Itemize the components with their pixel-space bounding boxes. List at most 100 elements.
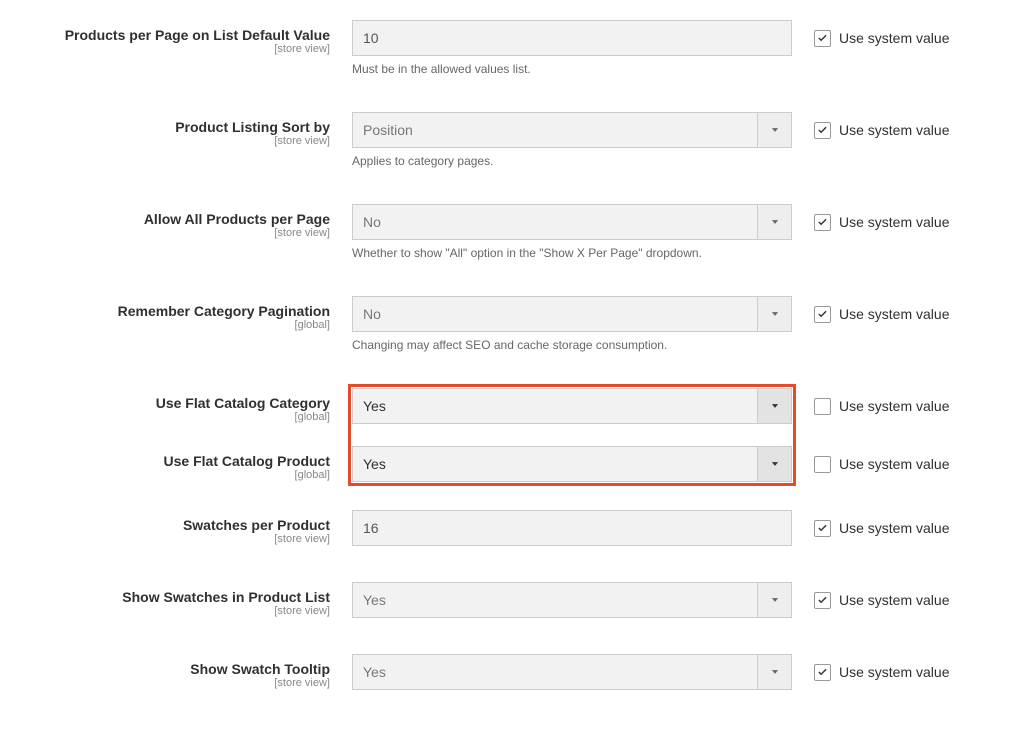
config-row: Show Swatches in Product List[store view… bbox=[30, 582, 994, 618]
config-row: Remember Category Pagination[global] No Ch… bbox=[30, 296, 994, 352]
use-system-col: Use system value bbox=[814, 654, 1014, 690]
select-input: Yes bbox=[352, 582, 792, 618]
select-value: Yes bbox=[363, 664, 757, 680]
use-system-col: Use system value bbox=[814, 20, 1014, 56]
field-note: Applies to category pages. bbox=[352, 154, 792, 168]
field-label-col: Allow All Products per Page[store view] bbox=[30, 204, 330, 239]
use-system-col: Use system value bbox=[814, 510, 1014, 546]
field-scope: [store view] bbox=[30, 605, 330, 617]
config-row: Use Flat Catalog Product[global] Yes Use s… bbox=[30, 446, 994, 482]
field-label: Show Swatch Tooltip bbox=[190, 661, 330, 677]
field-scope: [store view] bbox=[30, 135, 330, 147]
config-row: Swatches per Product[store view] 16 Use sy… bbox=[30, 510, 994, 546]
field-note: Must be in the allowed values list. bbox=[352, 62, 792, 76]
use-system-checkbox[interactable] bbox=[814, 520, 831, 537]
use-system-col: Use system value bbox=[814, 582, 1014, 618]
use-system-col: Use system value bbox=[814, 296, 1014, 332]
select-value: Yes bbox=[363, 456, 757, 472]
use-system-col: Use system value bbox=[814, 112, 1014, 148]
use-system-label: Use system value bbox=[839, 30, 949, 46]
use-system-label: Use system value bbox=[839, 456, 949, 472]
chevron-down-icon bbox=[757, 447, 791, 481]
field-scope: [global] bbox=[30, 411, 330, 423]
field-label: Swatches per Product bbox=[183, 517, 330, 533]
chevron-down-icon bbox=[757, 113, 791, 147]
field-note: Whether to show "All" option in the "Sho… bbox=[352, 246, 792, 260]
use-system-label: Use system value bbox=[839, 214, 949, 230]
config-row: Show Swatch Tooltip[store view] Yes Use sy… bbox=[30, 654, 994, 690]
select-input: No bbox=[352, 204, 792, 240]
use-system-checkbox[interactable] bbox=[814, 214, 831, 231]
use-system-checkbox[interactable] bbox=[814, 592, 831, 609]
chevron-down-icon bbox=[757, 583, 791, 617]
use-system-checkbox[interactable] bbox=[814, 664, 831, 681]
use-system-label: Use system value bbox=[839, 122, 949, 138]
chevron-down-icon bbox=[757, 655, 791, 689]
text-input: 16 bbox=[352, 510, 792, 546]
use-system-label: Use system value bbox=[839, 592, 949, 608]
chevron-down-icon bbox=[757, 205, 791, 239]
field-scope: [global] bbox=[30, 469, 330, 481]
select-input: No bbox=[352, 296, 792, 332]
field-label: Product Listing Sort by bbox=[175, 119, 330, 135]
field-label: Products per Page on List Default Value bbox=[65, 27, 330, 43]
use-system-col: Use system value bbox=[814, 388, 1014, 424]
select-value: Position bbox=[363, 122, 757, 138]
text-input-value: 10 bbox=[363, 30, 379, 46]
use-system-checkbox[interactable] bbox=[814, 122, 831, 139]
field-scope: [store view] bbox=[30, 677, 330, 689]
select-input[interactable]: Yes bbox=[352, 446, 792, 482]
field-input-col: Yes bbox=[352, 654, 792, 690]
field-scope: [global] bbox=[30, 319, 330, 331]
field-scope: [store view] bbox=[30, 227, 330, 239]
select-input[interactable]: Yes bbox=[352, 388, 792, 424]
field-label: Use Flat Catalog Category bbox=[156, 395, 330, 411]
chevron-down-icon bbox=[757, 297, 791, 331]
field-input-col: Yes bbox=[352, 388, 792, 424]
field-note: Changing may affect SEO and cache storag… bbox=[352, 338, 792, 352]
select-value: No bbox=[363, 306, 757, 322]
field-label-col: Products per Page on List Default Value[… bbox=[30, 20, 330, 55]
field-label: Allow All Products per Page bbox=[144, 211, 330, 227]
use-system-checkbox[interactable] bbox=[814, 398, 831, 415]
field-label: Remember Category Pagination bbox=[118, 303, 330, 319]
use-system-label: Use system value bbox=[839, 664, 949, 680]
field-scope: [store view] bbox=[30, 533, 330, 545]
use-system-col: Use system value bbox=[814, 446, 1014, 482]
field-input-col: Position Applies to category pages. bbox=[352, 112, 792, 168]
config-row: Product Listing Sort by[store view] Posit… bbox=[30, 112, 994, 168]
field-label-col: Swatches per Product[store view] bbox=[30, 510, 330, 545]
field-input-col: 10 Must be in the allowed values list. bbox=[352, 20, 792, 76]
text-input-value: 16 bbox=[363, 520, 379, 536]
field-label-col: Remember Category Pagination[global] bbox=[30, 296, 330, 331]
field-label-col: Show Swatch Tooltip[store view] bbox=[30, 654, 330, 689]
field-input-col: Yes bbox=[352, 582, 792, 618]
field-input-col: 16 bbox=[352, 510, 792, 546]
use-system-checkbox[interactable] bbox=[814, 30, 831, 47]
config-row: Products per Page on List Default Value[… bbox=[30, 20, 994, 76]
config-row: Allow All Products per Page[store view] N… bbox=[30, 204, 994, 260]
field-scope: [store view] bbox=[30, 43, 330, 55]
field-label-col: Use Flat Catalog Product[global] bbox=[30, 446, 330, 481]
text-input: 10 bbox=[352, 20, 792, 56]
select-value: No bbox=[363, 214, 757, 230]
select-input: Position bbox=[352, 112, 792, 148]
config-row: Use Flat Catalog Category[global] Yes Use … bbox=[30, 388, 994, 424]
select-value: Yes bbox=[363, 398, 757, 414]
field-input-col: No Whether to show "All" option in the "S… bbox=[352, 204, 792, 260]
field-label-col: Product Listing Sort by[store view] bbox=[30, 112, 330, 147]
use-system-col: Use system value bbox=[814, 204, 1014, 240]
field-input-col: No Changing may affect SEO and cache stor… bbox=[352, 296, 792, 352]
use-system-label: Use system value bbox=[839, 306, 949, 322]
use-system-label: Use system value bbox=[839, 520, 949, 536]
select-value: Yes bbox=[363, 592, 757, 608]
field-label-col: Show Swatches in Product List[store view… bbox=[30, 582, 330, 617]
use-system-checkbox[interactable] bbox=[814, 306, 831, 323]
field-label: Use Flat Catalog Product bbox=[164, 453, 330, 469]
use-system-label: Use system value bbox=[839, 398, 949, 414]
field-input-col: Yes bbox=[352, 446, 792, 482]
use-system-checkbox[interactable] bbox=[814, 456, 831, 473]
field-label: Show Swatches in Product List bbox=[122, 589, 330, 605]
select-input: Yes bbox=[352, 654, 792, 690]
field-label-col: Use Flat Catalog Category[global] bbox=[30, 388, 330, 423]
